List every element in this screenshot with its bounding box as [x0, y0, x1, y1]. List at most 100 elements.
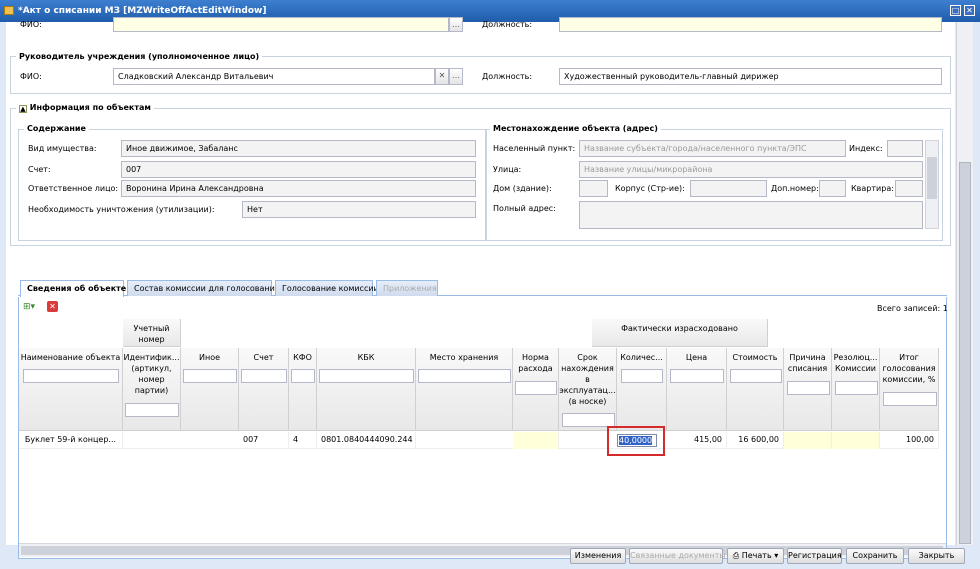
printer-icon: ⎙ [732, 551, 740, 560]
responsible-label: Ответственное лицо: [28, 184, 119, 193]
delete-icon[interactable]: ✕ [47, 301, 58, 312]
filter-kfo[interactable] [291, 369, 315, 383]
save-button[interactable]: Сохранить [846, 548, 904, 564]
records-total: Всего записей: 1 [877, 304, 948, 313]
top-position-input[interactable] [559, 17, 942, 32]
extra-label: Доп.номер: [771, 184, 819, 193]
col-storage[interactable]: Место хранения [416, 348, 513, 431]
apt-input[interactable] [895, 180, 923, 197]
full-address-label: Полный адрес: [493, 204, 556, 213]
locality-label: Населенный пункт: [493, 144, 576, 153]
print-label: Печать [741, 551, 772, 560]
col-kbk[interactable]: КБК [317, 348, 416, 431]
collapse-icon[interactable]: ▲ [19, 105, 27, 113]
head-fio-input[interactable]: Сладковский Александр Витальевич [113, 68, 435, 85]
responsible-input[interactable]: Воронина Ирина Александровна [121, 180, 476, 197]
index-input[interactable] [887, 140, 923, 157]
filter-account[interactable] [241, 369, 287, 383]
print-button[interactable]: ⎙ Печать ▾ [727, 548, 784, 564]
group-account-header: Учетный номер [123, 319, 181, 347]
row-cost[interactable]: 16 600,00 [727, 432, 784, 449]
top-position-label: Должность: [482, 20, 533, 29]
filter-storage[interactable] [418, 369, 511, 383]
related-docs-button: Связанные документы [629, 548, 726, 564]
col-account[interactable]: Счет [239, 348, 289, 431]
col-ident[interactable]: Идентифик... (артикул, номер партии) [123, 348, 181, 431]
row-kfo[interactable]: 4 [289, 432, 317, 449]
filter-cost[interactable] [730, 369, 782, 383]
form-scrollbar[interactable] [956, 22, 973, 545]
form-scroll-thumb[interactable] [959, 162, 971, 544]
objects-grid: ⊞▾ ✕ Всего записей: 1 Учетный номер Факт… [18, 297, 948, 559]
full-address-input[interactable] [579, 201, 923, 229]
row-price[interactable]: 415,00 [667, 432, 727, 449]
changes-button[interactable]: Изменения [570, 548, 626, 564]
col-result[interactable]: Итог голосования комиссии, % [880, 348, 939, 431]
tab-attachments: Приложения [376, 280, 438, 296]
filter-qty[interactable] [621, 369, 663, 383]
col-price[interactable]: Цена [667, 348, 727, 431]
head-position-label: Должность: [482, 72, 533, 81]
location-scroll-thumb[interactable] [927, 157, 937, 199]
col-kfo[interactable]: КФО [289, 348, 317, 431]
window-icon [4, 6, 14, 15]
col-qty[interactable]: Количес... [617, 348, 667, 431]
row-name[interactable]: Буклет 59-й концер... [19, 432, 123, 449]
tab-object-info[interactable]: Сведения об объекте [20, 280, 126, 297]
objinfo-legend-wrap: ▲ Информация по объектам [16, 103, 154, 113]
group-fact-header: Фактически израсходовано [592, 319, 768, 347]
filter-resolution[interactable] [835, 381, 878, 395]
close-button[interactable]: Закрыть [908, 548, 965, 564]
clear-icon[interactable]: ✕ [435, 68, 449, 85]
filter-term[interactable] [562, 413, 615, 427]
extra-input[interactable] [819, 180, 846, 197]
filter-norm[interactable] [515, 381, 557, 395]
destroy-input[interactable]: Нет [242, 201, 476, 218]
objinfo-legend: Информация по объектам [29, 103, 151, 112]
top-fio-select-button[interactable]: … [449, 17, 463, 32]
filter-reason[interactable] [787, 381, 830, 395]
row-account[interactable]: 007 [239, 432, 289, 449]
filter-price[interactable] [670, 369, 724, 383]
filter-name[interactable] [23, 369, 119, 383]
table-row[interactable]: Буклет 59-й концер... 007 4 0801.0840444… [19, 426, 939, 456]
register-button[interactable]: Регистрация [787, 548, 842, 564]
qty-editor[interactable]: 40,0000 [617, 434, 657, 447]
row-resolution[interactable] [832, 432, 880, 449]
account-input[interactable]: 007 [121, 161, 476, 178]
locality-input[interactable]: Название субъекта/города/населенного пун… [579, 140, 846, 157]
tab-voting[interactable]: Голосование комиссии [275, 280, 379, 296]
location-legend: Местонахождение объекта (адрес) [490, 124, 661, 133]
street-input[interactable]: Название улицы/микрорайона [579, 161, 923, 178]
property-label: Вид имущества: [28, 144, 97, 153]
col-other[interactable]: Иное [181, 348, 239, 431]
row-norm[interactable] [513, 432, 559, 449]
index-label: Индекс: [849, 144, 883, 153]
property-input[interactable]: Иное движимое, Забаланс [121, 140, 476, 157]
window-body: ФИО: … Должность: Руководитель учреждени… [0, 17, 980, 569]
close-icon[interactable]: ✕ [964, 5, 975, 16]
filter-kbk[interactable] [319, 369, 414, 383]
filter-result[interactable] [883, 392, 937, 406]
add-icon[interactable]: ⊞▾ [23, 302, 35, 312]
row-kbk[interactable]: 0801.0840444090.244 [317, 432, 416, 449]
apt-label: Квартира: [851, 184, 894, 193]
col-cost[interactable]: Стоимость [727, 348, 784, 431]
filter-other[interactable] [183, 369, 237, 383]
tab-commission[interactable]: Состав комиссии для голосования [127, 280, 280, 296]
building-input[interactable] [690, 180, 767, 197]
col-name[interactable]: Наименование объекта [19, 348, 123, 431]
maximize-icon[interactable]: □ [950, 5, 961, 16]
head-position-input[interactable]: Художественный руководитель-главный дири… [559, 68, 942, 85]
filter-ident[interactable] [125, 403, 179, 417]
location-scrollbar[interactable] [925, 140, 939, 229]
row-reason[interactable] [784, 432, 832, 449]
top-fio-input[interactable] [113, 17, 449, 32]
tab-strip: Сведения об объекте Состав комиссии для … [18, 278, 947, 297]
street-label: Улица: [493, 165, 522, 174]
head-fio-select-button[interactable]: … [449, 68, 463, 85]
row-result[interactable]: 100,00 [880, 432, 939, 449]
house-input[interactable] [579, 180, 608, 197]
account-label: Счет: [28, 165, 51, 174]
content-legend: Содержание [24, 124, 89, 133]
